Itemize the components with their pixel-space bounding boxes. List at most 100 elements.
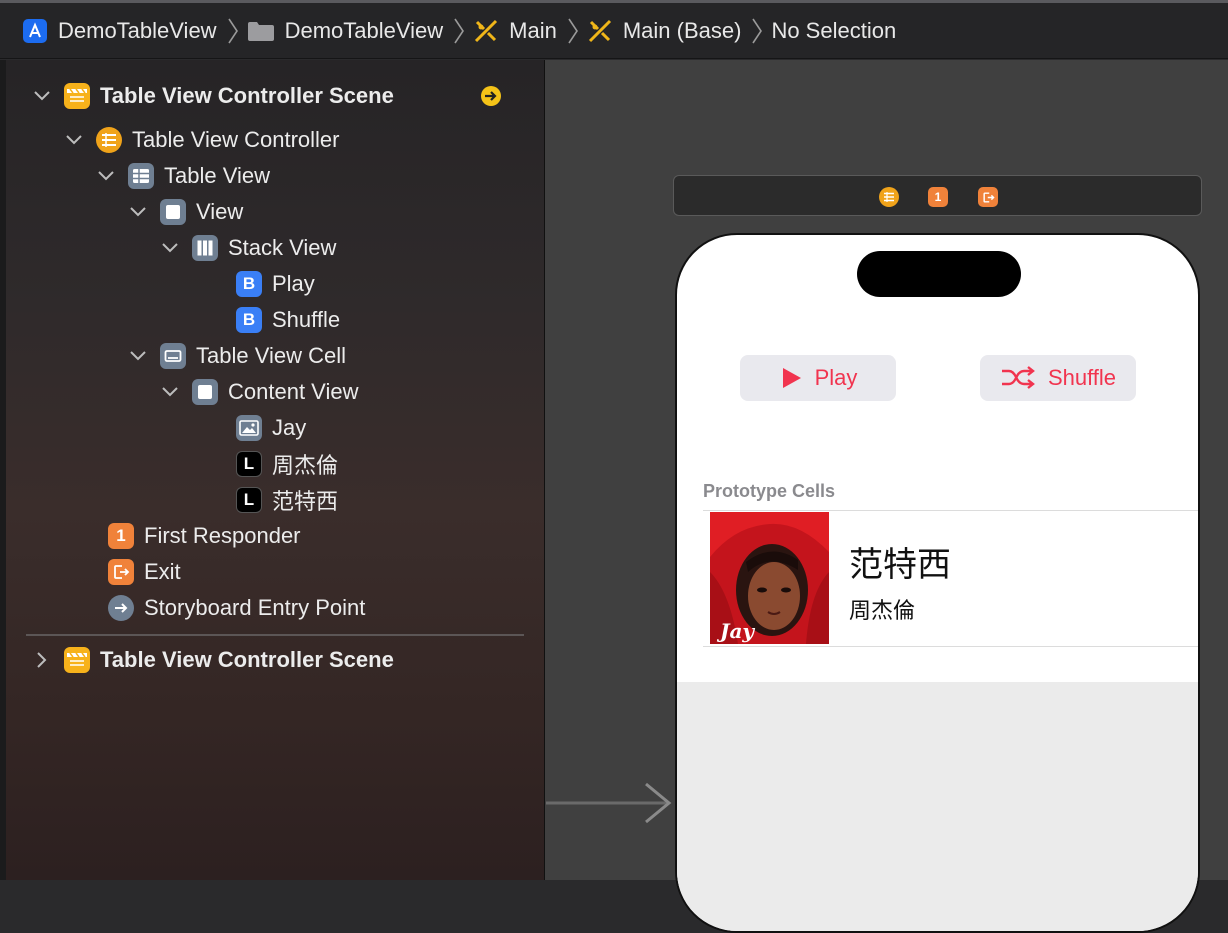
table-view-icon xyxy=(128,163,154,189)
arrow-circle-icon[interactable] xyxy=(480,79,502,113)
shuffle-button-label: Shuffle xyxy=(1047,365,1117,390)
exit-icon[interactable] xyxy=(978,187,998,207)
folder-icon xyxy=(247,20,275,42)
section-header: Prototype Cells xyxy=(703,481,836,501)
shuffle-button[interactable]: Shuffle xyxy=(980,355,1136,401)
outline-label: Content View xyxy=(228,379,359,404)
outline-label: Table View Controller Scene xyxy=(100,647,394,672)
outline-row-first-responder[interactable]: 1 First Responder xyxy=(64,519,301,553)
view-controller-icon[interactable] xyxy=(879,187,899,207)
scene-icon xyxy=(64,647,90,673)
chevron-down-icon[interactable] xyxy=(64,130,84,150)
outline-label: Jay xyxy=(272,415,307,440)
outline-row-jay[interactable]: Jay xyxy=(192,411,306,445)
chevron-down-icon[interactable] xyxy=(128,202,148,222)
dynamic-island xyxy=(857,251,1021,297)
breadcrumb-project[interactable]: DemoTableView xyxy=(22,18,217,44)
breadcrumb-storyboard-base[interactable]: Main (Base) xyxy=(587,17,742,44)
button-icon: B xyxy=(236,271,262,297)
storyboard-icon xyxy=(587,18,613,44)
entry-point-arrow-icon[interactable] xyxy=(546,782,674,831)
chevron-right-icon[interactable] xyxy=(32,650,52,670)
outline-row-table-view-controller[interactable]: Table View Controller xyxy=(64,123,339,157)
shuffle-icon xyxy=(1001,366,1035,389)
first-responder-icon[interactable]: 1 xyxy=(928,187,948,207)
outline-row-view[interactable]: View xyxy=(128,195,243,229)
outline-label: View xyxy=(196,199,244,224)
outline-label: Storyboard Entry Point xyxy=(144,595,366,620)
view-icon xyxy=(160,199,186,225)
outline-row-entry-point[interactable]: Storyboard Entry Point xyxy=(64,591,365,625)
scene-icon xyxy=(64,83,90,109)
play-button[interactable]: Play xyxy=(740,355,896,401)
album-artwork-image: Jay xyxy=(710,512,829,644)
outline-row-label-artist[interactable]: L 周杰倫 xyxy=(192,447,338,481)
chevron-right-icon xyxy=(227,17,239,45)
outline-scene-row[interactable]: Table View Controller Scene xyxy=(32,643,394,677)
outline-label: Table View xyxy=(164,163,270,188)
outline-label: Table View Controller Scene xyxy=(100,83,394,108)
play-icon xyxy=(782,368,801,388)
label-icon: L xyxy=(236,487,262,513)
breadcrumb-label: Main (Base) xyxy=(622,17,742,43)
stack-view-icon xyxy=(192,235,218,261)
xcode-project-icon xyxy=(22,18,48,44)
outline-row-content-view[interactable]: Content View xyxy=(160,375,358,409)
outline-label: Table View Controller xyxy=(132,127,340,152)
label-icon: L xyxy=(236,451,262,477)
cell-subtitle-label: 周杰倫 xyxy=(849,598,916,623)
outline-label: Play xyxy=(272,271,315,296)
chevron-right-icon xyxy=(453,17,465,45)
outline-row-label-album[interactable]: L 范特西 xyxy=(192,483,338,517)
play-button-label: Play xyxy=(814,365,858,390)
chevron-down-icon[interactable] xyxy=(32,86,52,106)
outline-label: Stack View xyxy=(228,235,337,260)
iphone-frame: Play Shuffle Prototype Cells Jay 范特西 周杰倫 xyxy=(675,233,1200,933)
outline-row-play[interactable]: B Play xyxy=(192,267,315,301)
chevron-down-icon[interactable] xyxy=(128,346,148,366)
breadcrumb-storyboard[interactable]: Main xyxy=(473,18,557,44)
cell-title-label: 范特西 xyxy=(849,546,951,584)
outline-row-shuffle[interactable]: B Shuffle xyxy=(192,303,340,337)
outline-row-exit[interactable]: Exit xyxy=(64,555,181,589)
button-icon: B xyxy=(236,307,262,333)
outline-label: Exit xyxy=(144,559,181,584)
storyboard-icon xyxy=(473,18,499,44)
outline-row-stack-view[interactable]: Stack View xyxy=(160,231,336,265)
outline-scene-row[interactable]: Table View Controller Scene xyxy=(32,79,394,113)
breadcrumb-selection[interactable]: No Selection xyxy=(771,18,896,44)
prototype-cell[interactable]: Jay 范特西 周杰倫 xyxy=(703,510,1198,647)
table-view-cell-icon xyxy=(160,343,186,369)
jump-bar: DemoTableView DemoTableView Main Main (B… xyxy=(0,3,1228,59)
breadcrumb-label: DemoTableView xyxy=(58,17,217,43)
table-view-controller-icon xyxy=(96,127,122,153)
outline-label: Shuffle xyxy=(272,307,341,332)
first-responder-icon: 1 xyxy=(108,523,134,549)
view-icon xyxy=(192,379,218,405)
breadcrumb-group[interactable]: DemoTableView xyxy=(247,17,444,44)
breadcrumb-label: Main xyxy=(509,17,557,43)
outline-label: 周杰倫 xyxy=(272,453,339,478)
chevron-down-icon[interactable] xyxy=(160,238,180,258)
chevron-down-icon[interactable] xyxy=(96,166,116,186)
outline-label: Table View Cell xyxy=(196,343,347,368)
chevron-right-icon xyxy=(751,17,763,45)
outline-label: First Responder xyxy=(144,523,301,548)
breadcrumb-label: DemoTableView xyxy=(284,17,444,43)
exit-icon xyxy=(108,559,134,585)
outline-divider xyxy=(26,634,524,636)
chevron-down-icon[interactable] xyxy=(160,382,180,402)
outline-row-table-view[interactable]: Table View xyxy=(96,159,270,193)
outline-row-table-view-cell[interactable]: Table View Cell xyxy=(128,339,346,373)
scene-dock: 1 xyxy=(673,175,1202,216)
sidebar-edge xyxy=(0,60,6,880)
entry-point-icon xyxy=(108,595,134,621)
breadcrumb-label: No Selection xyxy=(771,17,897,43)
table-empty-area xyxy=(677,682,1198,931)
